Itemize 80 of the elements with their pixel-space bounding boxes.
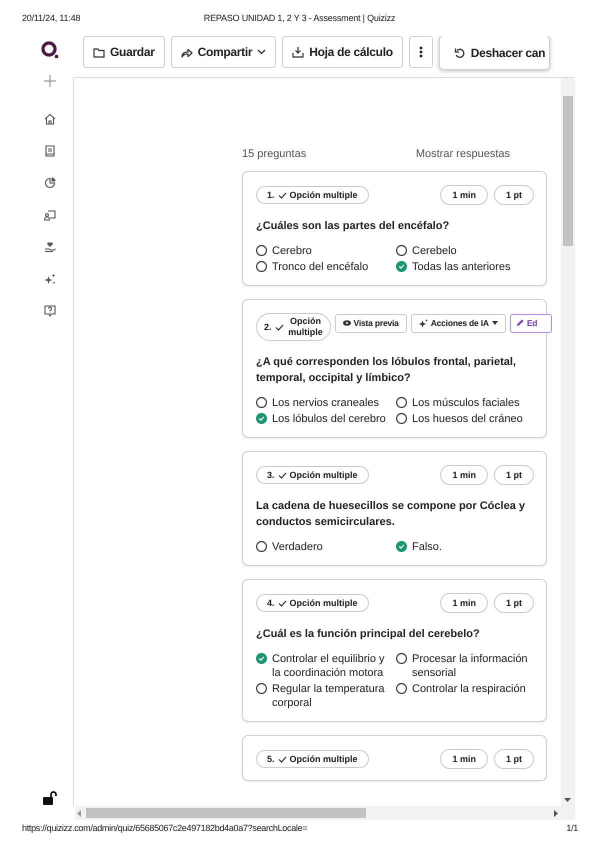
page-title: REPASO UNIDAD 1, 2 Y 3 - Assessment | Quizizz: [204, 13, 396, 23]
answer-option: Procesar la información sensorial: [412, 652, 536, 680]
scroll-right-icon: [554, 810, 558, 817]
answer-option: Los lóbulos del cerebro: [272, 412, 386, 426]
question-count: 15 preguntas: [242, 148, 306, 160]
sparkle-icon: [418, 318, 428, 328]
more-icon: [418, 46, 423, 58]
answer-option: Tronco del encéfalo: [272, 260, 368, 274]
question-number: 1.: [267, 190, 275, 200]
answer-option: Los huesos del cráneo: [412, 412, 523, 426]
folder-icon: [93, 46, 105, 58]
check-icon: [278, 192, 287, 198]
check-icon: [278, 472, 287, 478]
preview-button[interactable]: Vista previa: [334, 314, 407, 332]
question-type: Opción multiple: [290, 190, 358, 200]
check-icon: [274, 324, 284, 330]
answer-option: Los nervios craneales: [272, 396, 380, 410]
points-badge[interactable]: 1 pt: [494, 185, 534, 205]
question-number: 2.: [264, 322, 272, 332]
question-type: Opción multiple: [290, 598, 358, 608]
page-number: 1/1: [566, 823, 578, 833]
vertical-scrollbar[interactable]: [561, 78, 575, 806]
heart-hand-icon: [44, 241, 56, 253]
time-badge[interactable]: 1 min: [440, 465, 488, 485]
question-text: ¿Cuál es la función principal del cerebelo?: [256, 627, 481, 642]
share-button[interactable]: Compartir: [170, 36, 276, 68]
book-icon: [44, 145, 56, 157]
answer-option: Los músculos faciales: [412, 396, 520, 410]
time-badge[interactable]: 1 min: [440, 185, 488, 205]
unlocked-padlock-icon: [43, 791, 57, 806]
share-icon: [180, 46, 193, 58]
scroll-down-icon: [564, 798, 571, 802]
save-button[interactable]: Guardar: [83, 36, 165, 68]
time-badge[interactable]: 1 min: [440, 593, 488, 613]
sparkles-icon: [44, 273, 56, 285]
spreadsheet-button[interactable]: Hoja de cálculo: [282, 36, 403, 68]
answer-option: Controlar el equilibrio y la coordinación motora: [272, 652, 394, 680]
page-url: https://quizizz.com/admin/quiz/65685067c2e497182bd4a0a7?searchLocale=: [22, 823, 308, 833]
undo-icon: [454, 46, 466, 58]
scroll-thumb[interactable]: [86, 808, 366, 818]
answer-option: Controlar la respiración: [412, 682, 526, 696]
points-badge[interactable]: 1 pt: [494, 593, 534, 613]
check-icon: [278, 756, 287, 762]
answer-option: Todas las anteriores: [412, 260, 510, 274]
question-text: ¿Cuáles son las partes del encéfalo?: [256, 219, 450, 234]
show-answers-toggle[interactable]: Mostrar respuestas: [416, 148, 510, 160]
time-badge[interactable]: 1 min: [440, 749, 488, 769]
logo-icon: [41, 41, 59, 59]
home-icon: [44, 113, 56, 125]
download-tray-icon: [292, 46, 304, 58]
question-type: Opción multiple: [290, 470, 358, 480]
points-badge[interactable]: 1 pt: [494, 749, 534, 769]
scroll-left-icon: [77, 810, 81, 817]
help-icon: [44, 305, 56, 317]
question-number: 5.: [267, 754, 275, 764]
scroll-thumb[interactable]: [563, 96, 573, 246]
check-icon: [278, 600, 287, 606]
answer-option: Cerebelo: [412, 244, 457, 258]
answer-option: Falso.: [412, 540, 442, 554]
plus-icon: [44, 75, 56, 87]
question-type: Opción multiple: [290, 754, 358, 764]
question-text: La cadena de huesecillos se compone por Cóclea y conductos semicirculares.: [256, 499, 526, 530]
pie-chart-icon: [44, 177, 56, 189]
classroom-icon: [44, 209, 56, 221]
print-date: 20/11/24, 11:48: [22, 13, 80, 23]
question-number: 3.: [267, 470, 275, 480]
more-button[interactable]: [408, 36, 433, 68]
question-type: Opción multiple: [287, 316, 324, 338]
undo-button[interactable]: Deshacer can: [438, 36, 550, 70]
answer-option: Verdadero: [272, 540, 323, 554]
edit-button[interactable]: Ed: [510, 314, 552, 332]
horizontal-scrollbar[interactable]: [75, 806, 575, 820]
points-badge[interactable]: 1 pt: [494, 465, 534, 485]
answer-option: Cerebro: [272, 244, 312, 258]
question-number: 4.: [267, 598, 275, 608]
question-text: ¿A qué corresponden los lóbulos frontal, parietal, temporal, occipital y límbico?: [256, 355, 517, 386]
answer-option: Regular la temperatura corporal: [272, 682, 394, 710]
eye-icon: [342, 320, 351, 326]
ai-actions-button[interactable]: Acciones de IA: [410, 314, 506, 332]
pencil-icon: [516, 319, 524, 327]
